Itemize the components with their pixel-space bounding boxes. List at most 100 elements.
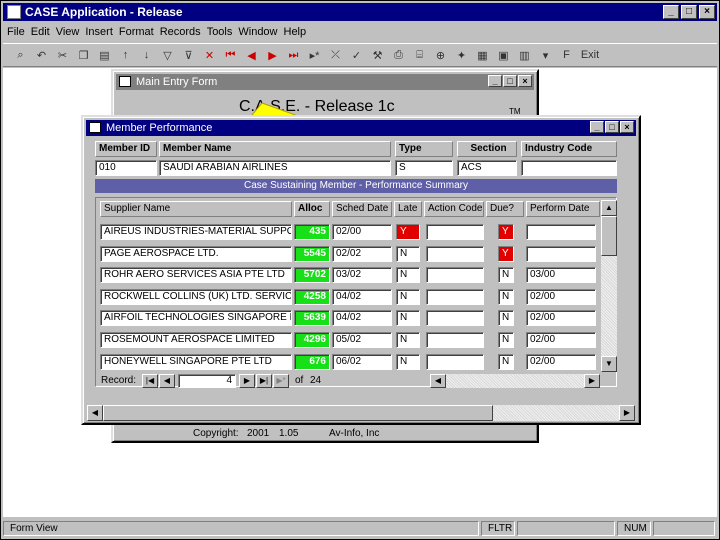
due-cell[interactable]: N <box>498 288 514 305</box>
form-view-icon[interactable]: ▦ <box>473 46 492 64</box>
cut-icon[interactable]: ✂ <box>53 46 72 64</box>
undo-icon[interactable]: ↶ <box>32 46 51 64</box>
zoom-icon[interactable]: ⊕ <box>431 46 450 64</box>
record-number-field[interactable]: 4 <box>178 374 236 388</box>
supplier-name-cell[interactable]: ROCKWELL COLLINS (UK) LTD. SERVICE <box>100 288 292 305</box>
delete-record-icon[interactable]: ⤫ <box>326 46 345 64</box>
supplier-name-cell[interactable]: ROHR AERO SERVICES ASIA PTE LTD <box>100 267 292 284</box>
next-record-icon[interactable]: ▶ <box>263 46 282 64</box>
menu-edit[interactable]: Edit <box>31 26 50 38</box>
subform-horizontal-scrollbar[interactable] <box>430 374 600 388</box>
spelling-icon[interactable]: ✓ <box>347 46 366 64</box>
member-form-maximize-button[interactable]: □ <box>605 121 619 133</box>
binoculars-icon[interactable]: ⌕ <box>11 46 30 64</box>
late-cell[interactable]: N <box>396 310 420 327</box>
member-form-minimize-button[interactable]: _ <box>590 121 604 133</box>
menu-format[interactable]: Format <box>119 26 154 38</box>
print-preview-icon[interactable]: ⌸ <box>410 46 429 64</box>
alloc-cell[interactable]: 5545 <box>294 245 330 262</box>
menu-file[interactable]: File <box>7 26 25 38</box>
new-record-button[interactable]: ▶* <box>273 374 289 388</box>
late-cell[interactable]: Y <box>396 224 420 240</box>
due-cell[interactable]: N <box>498 310 514 327</box>
late-cell[interactable]: N <box>396 353 420 370</box>
design-view-icon[interactable]: ▣ <box>494 46 513 64</box>
late-cell[interactable]: N <box>396 245 420 262</box>
alloc-cell[interactable]: 676 <box>294 353 330 370</box>
exit-button[interactable]: Exit <box>578 46 602 64</box>
last-record-icon[interactable]: ⏭ <box>284 46 303 64</box>
first-record-icon[interactable]: ⏮ <box>221 46 240 64</box>
action-code-cell[interactable] <box>426 310 484 327</box>
due-cell[interactable]: Y <box>498 224 514 240</box>
supplier-name-cell[interactable]: HONEYWELL SINGAPORE PTE LTD <box>100 353 292 370</box>
form-scroll-right-button[interactable]: ▶ <box>619 405 635 421</box>
supplier-name-cell[interactable]: AIRFOIL TECHNOLOGIES SINGAPORE PT <box>100 310 292 327</box>
main-form-maximize-button[interactable]: □ <box>503 75 517 87</box>
hscroll-right-button[interactable]: ▶ <box>584 374 600 388</box>
new-record-icon[interactable]: ▸* <box>305 46 324 64</box>
maximize-button[interactable]: □ <box>681 5 697 19</box>
supplier-name-cell[interactable]: ROSEMOUNT AEROSPACE LIMITED <box>100 332 292 348</box>
print-icon[interactable]: ⎙ <box>389 46 408 64</box>
sched-date-cell[interactable]: 02/00 <box>332 224 392 240</box>
alloc-cell[interactable]: 5639 <box>294 310 330 327</box>
action-code-cell[interactable] <box>426 245 484 262</box>
perform-date-cell[interactable]: 03/00 <box>526 267 596 284</box>
apply-filter-icon[interactable]: ⊽ <box>179 46 198 64</box>
supplier-name-cell[interactable]: AIREUS INDUSTRIES-MATERIAL SUPPOI <box>100 224 292 240</box>
scroll-down-button[interactable]: ▼ <box>601 356 617 372</box>
sched-date-cell[interactable]: 06/02 <box>332 353 392 370</box>
action-code-cell[interactable] <box>426 224 484 240</box>
alloc-cell[interactable]: 4296 <box>294 332 330 348</box>
first-record-button[interactable]: |◀ <box>142 374 158 388</box>
action-code-cell[interactable] <box>426 332 484 348</box>
previous-record-icon[interactable]: ◀ <box>242 46 261 64</box>
menu-view[interactable]: View <box>56 26 80 38</box>
perform-date-cell[interactable]: 02/00 <box>526 310 596 327</box>
due-cell[interactable]: Y <box>498 245 514 262</box>
late-cell[interactable]: N <box>396 267 420 284</box>
next-record-button[interactable]: ▶ <box>239 374 255 388</box>
menu-records[interactable]: Records <box>160 26 201 38</box>
late-cell[interactable]: N <box>396 288 420 305</box>
member-form-close-button[interactable]: × <box>620 121 634 133</box>
datasheet-view-icon[interactable]: ▥ <box>515 46 534 64</box>
last-record-button[interactable]: ▶| <box>256 374 272 388</box>
perform-date-cell[interactable]: 02/00 <box>526 353 596 370</box>
due-cell[interactable]: N <box>498 353 514 370</box>
previous-record-button[interactable]: ◀ <box>159 374 175 388</box>
main-form-close-button[interactable]: × <box>518 75 532 87</box>
close-button[interactable]: × <box>699 5 715 19</box>
form-scroll-left-button[interactable]: ◀ <box>87 405 103 421</box>
sched-date-cell[interactable]: 02/02 <box>332 245 392 262</box>
alloc-cell[interactable]: 4258 <box>294 288 330 305</box>
sort-ascending-icon[interactable]: ↑ <box>116 46 135 64</box>
menu-tools[interactable]: Tools <box>207 26 233 38</box>
action-code-cell[interactable] <box>426 288 484 305</box>
perform-date-cell[interactable]: 02/00 <box>526 288 596 305</box>
font-icon[interactable]: F <box>557 46 576 64</box>
alloc-cell[interactable]: 5702 <box>294 267 330 284</box>
supplier-name-cell[interactable]: PAGE AEROSPACE LTD. <box>100 245 292 262</box>
minimize-button[interactable]: _ <box>663 5 679 19</box>
copy-icon[interactable]: ❐ <box>74 46 93 64</box>
form-scroll-thumb[interactable] <box>103 405 493 421</box>
menu-insert[interactable]: Insert <box>85 26 113 38</box>
action-code-cell[interactable] <box>426 267 484 284</box>
perform-date-cell[interactable]: 02/00 <box>526 332 596 348</box>
menu-help[interactable]: Help <box>284 26 307 38</box>
views-dropdown-icon[interactable]: ▾ <box>536 46 555 64</box>
section-field[interactable]: ACS <box>457 160 517 176</box>
sched-date-cell[interactable]: 04/02 <box>332 288 392 305</box>
sched-date-cell[interactable]: 03/02 <box>332 267 392 284</box>
due-cell[interactable]: N <box>498 332 514 348</box>
member-id-field[interactable]: 010 <box>95 160 157 176</box>
action-code-cell[interactable] <box>426 353 484 370</box>
main-form-minimize-button[interactable]: _ <box>488 75 502 87</box>
sort-descending-icon[interactable]: ↓ <box>137 46 156 64</box>
scroll-thumb[interactable] <box>601 216 617 256</box>
alloc-cell[interactable]: 435 <box>294 224 330 240</box>
perform-date-cell[interactable] <box>526 245 596 262</box>
perform-date-cell[interactable] <box>526 224 596 240</box>
